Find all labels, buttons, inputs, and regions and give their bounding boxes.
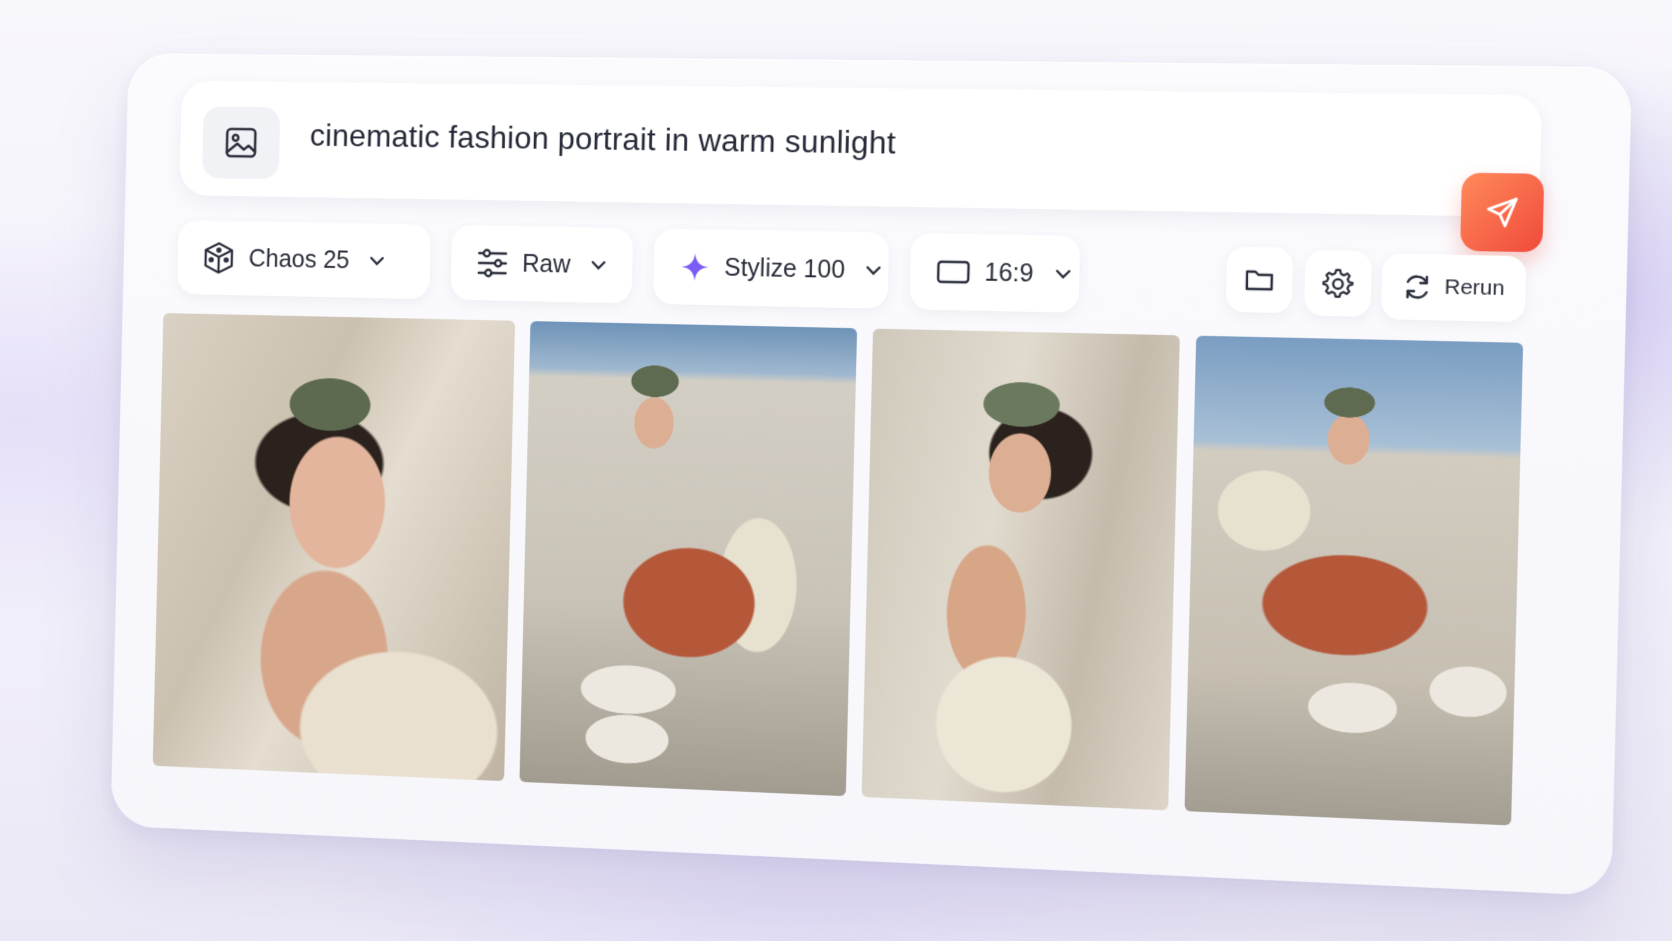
prompt-input[interactable]: cinematic fashion portrait in warm sunli… bbox=[309, 117, 896, 161]
aspect-ratio-label: 16:9 bbox=[984, 258, 1034, 288]
chevron-down-icon bbox=[865, 264, 883, 276]
folder-button[interactable] bbox=[1226, 247, 1294, 314]
result-image-2[interactable] bbox=[519, 321, 857, 796]
sliders-icon bbox=[476, 247, 509, 279]
aspect-ratio-dropdown[interactable]: 16:9 bbox=[909, 233, 1080, 313]
chevron-down-icon bbox=[590, 259, 608, 271]
rerun-button[interactable]: Rerun bbox=[1381, 254, 1527, 323]
raw-label: Raw bbox=[522, 249, 571, 279]
rerun-label: Rerun bbox=[1444, 275, 1505, 301]
prompt-bar[interactable]: cinematic fashion portrait in warm sunli… bbox=[179, 81, 1542, 217]
sparkle-icon bbox=[679, 251, 711, 283]
raw-dropdown[interactable]: Raw bbox=[450, 225, 633, 303]
generator-panel: cinematic fashion portrait in warm sunli… bbox=[111, 53, 1633, 896]
result-image-3[interactable] bbox=[862, 329, 1180, 811]
send-icon bbox=[1484, 195, 1521, 231]
results-grid bbox=[153, 313, 1542, 826]
settings-toolbar: Chaos 25 Raw Stylize 100 16:9 Rerun bbox=[177, 220, 1549, 326]
aspect-ratio-icon bbox=[936, 259, 971, 286]
result-image-4[interactable] bbox=[1185, 336, 1524, 826]
stylize-dropdown[interactable]: Stylize 100 bbox=[653, 229, 889, 309]
chevron-down-icon bbox=[368, 255, 385, 267]
dice-cube-icon bbox=[202, 240, 236, 276]
chaos-dropdown[interactable]: Chaos 25 bbox=[177, 220, 431, 299]
refresh-icon bbox=[1402, 272, 1432, 301]
result-image-1[interactable] bbox=[153, 313, 515, 781]
image-icon bbox=[224, 126, 258, 159]
image-upload-button[interactable] bbox=[202, 106, 280, 179]
chevron-down-icon bbox=[1054, 268, 1073, 280]
stylize-label: Stylize 100 bbox=[724, 253, 845, 284]
gear-icon bbox=[1322, 268, 1354, 299]
send-button[interactable] bbox=[1460, 173, 1544, 253]
folder-icon bbox=[1244, 266, 1276, 293]
chaos-label: Chaos 25 bbox=[248, 244, 349, 274]
settings-button[interactable] bbox=[1304, 250, 1372, 317]
